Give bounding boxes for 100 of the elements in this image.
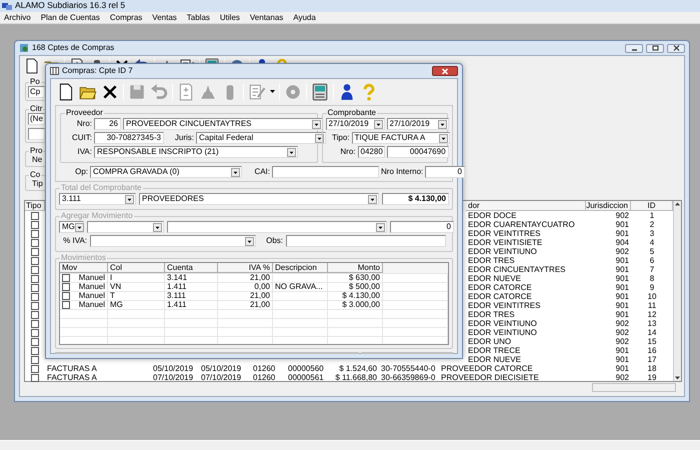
dropdown[interactable]: RESPONSABLE INSCRIPTO (21)	[94, 146, 298, 158]
window-button[interactable]	[646, 44, 664, 52]
checkbox[interactable]	[31, 256, 39, 264]
scrollbar[interactable]	[673, 201, 681, 381]
checkbox[interactable]	[31, 212, 39, 220]
checkbox[interactable]	[31, 248, 39, 256]
menu-item[interactable]: Compras	[110, 12, 142, 22]
document-icon[interactable]	[69, 58, 85, 63]
menu-item[interactable]: Archivo	[4, 12, 31, 22]
dropdown[interactable]: 27/10/2019	[386, 118, 449, 130]
checkbox[interactable]	[31, 238, 39, 246]
table-cell: 1.411	[165, 301, 218, 309]
dropdown[interactable]: COMPRA GRAVADA (0)	[90, 166, 242, 178]
field-label: Op:	[74, 167, 88, 177]
menu-item[interactable]: Tablas	[186, 12, 210, 22]
table-cell-text: 12	[646, 310, 658, 320]
input-field[interactable]: 00047690	[386, 146, 449, 158]
window-button[interactable]	[625, 44, 643, 52]
menu-item[interactable]: Ventas	[152, 12, 177, 22]
table-cell-text: 901	[614, 300, 630, 310]
caret-icon	[231, 168, 240, 176]
column-header[interactable]: dor	[466, 201, 586, 211]
checkbox[interactable]	[31, 356, 39, 364]
checkbox[interactable]	[31, 320, 39, 328]
input-field[interactable]: 26	[94, 118, 121, 130]
checkbox[interactable]	[31, 346, 39, 354]
table-cell-text: EDOR TRES	[467, 256, 516, 266]
delete-icon[interactable]	[114, 58, 130, 63]
dropdown[interactable]: 27/10/2019	[326, 118, 385, 130]
input-field[interactable]: 0	[425, 166, 465, 178]
table-cell-text: 13	[646, 318, 658, 328]
table-cell-text: 17	[646, 354, 658, 364]
close-button[interactable]	[432, 66, 458, 76]
dropdown[interactable]: Capital Federal	[196, 132, 326, 144]
dropdown[interactable]: TIQUE FACTURA A	[352, 132, 450, 144]
table-cell-text: FACTURAS A	[46, 372, 98, 382]
checkbox[interactable]	[31, 220, 39, 228]
window-button[interactable]	[667, 44, 685, 52]
window-title: Compras: Cpte ID 7	[62, 66, 133, 76]
group-label: Po	[29, 78, 41, 86]
dropdown[interactable]	[167, 221, 387, 233]
table-cell-text: EDOR UNO	[467, 336, 512, 346]
table-cell: $ 500,00	[328, 283, 383, 291]
table-cell-text: EDOR CUARENTAYCUATRO	[467, 220, 576, 230]
table-cell-text: 901	[614, 228, 630, 238]
scroll-up-icon[interactable]	[674, 201, 681, 207]
caret-icon	[312, 120, 321, 128]
table-cell-text: 7	[648, 264, 656, 274]
menu-item[interactable]: Ayuda	[293, 12, 316, 22]
input-field[interactable]	[28, 128, 45, 140]
field-label: Tipo:	[331, 133, 350, 143]
checkbox[interactable]	[31, 230, 39, 238]
input-field[interactable]: 30-70827345-3	[94, 132, 164, 144]
checkbox[interactable]	[31, 302, 39, 310]
new-document-icon[interactable]	[24, 58, 40, 74]
caret-icon	[438, 134, 448, 142]
dropdown[interactable]	[90, 235, 256, 247]
caret-icon[interactable]	[270, 90, 275, 94]
field-label: CUIT:	[71, 133, 92, 143]
table-cell: NO GRAVA...	[273, 283, 328, 291]
table-cell-text: EDOR VEINTISIETE	[467, 238, 544, 248]
menu-item[interactable]: Utiles	[220, 12, 240, 22]
dropdown[interactable]: PROVEEDOR CINCUENTAYTRES	[123, 118, 323, 130]
checkbox[interactable]	[31, 338, 39, 346]
new-document-icon[interactable]	[57, 83, 75, 101]
checkbox[interactable]	[31, 266, 39, 274]
input-field[interactable]	[286, 235, 446, 247]
input-field[interactable]	[272, 166, 379, 178]
checkbox[interactable]	[31, 274, 39, 282]
table-cell-text: PROVEEDOR CATORCE	[440, 364, 534, 374]
checklist-icon[interactable]	[179, 58, 195, 63]
table-cell: Manuel	[78, 283, 105, 291]
window-icon	[50, 67, 59, 75]
undo-icon[interactable]	[134, 58, 150, 63]
table-cell-text: 00000561	[287, 372, 325, 382]
window-icon	[19, 43, 29, 53]
menu-item[interactable]: Plan de Cuentas	[40, 12, 100, 22]
table-cell-text: EDOR VEINTIUNO	[467, 318, 538, 328]
column-header[interactable]: Jurisdiccion	[586, 201, 631, 211]
dropdown[interactable]	[87, 221, 164, 233]
table-cell-text: 902	[614, 336, 630, 346]
calculator-icon[interactable]	[311, 83, 329, 101]
input-field[interactable]: (Ne	[28, 113, 45, 125]
table-cell-text: 902	[614, 246, 630, 256]
checkbox[interactable]	[31, 292, 39, 300]
table-cell-text: 00000560	[287, 364, 325, 374]
caret-icon	[74, 222, 84, 232]
input-field[interactable]: 04280	[358, 146, 385, 158]
table-cell: T	[108, 292, 165, 300]
checkbox[interactable]	[31, 284, 39, 292]
menu-item[interactable]: Ventanas	[250, 12, 284, 22]
checkbox[interactable]	[31, 364, 39, 372]
delete-icon[interactable]	[101, 83, 119, 101]
field-label: Nro:	[76, 119, 92, 129]
checkbox[interactable]	[31, 328, 39, 336]
caret-icon	[287, 148, 296, 156]
input-field[interactable]: Cp	[28, 86, 45, 98]
scroll-down-icon[interactable]	[674, 375, 681, 381]
checkbox[interactable]	[31, 310, 39, 318]
checkbox[interactable]	[31, 374, 39, 382]
